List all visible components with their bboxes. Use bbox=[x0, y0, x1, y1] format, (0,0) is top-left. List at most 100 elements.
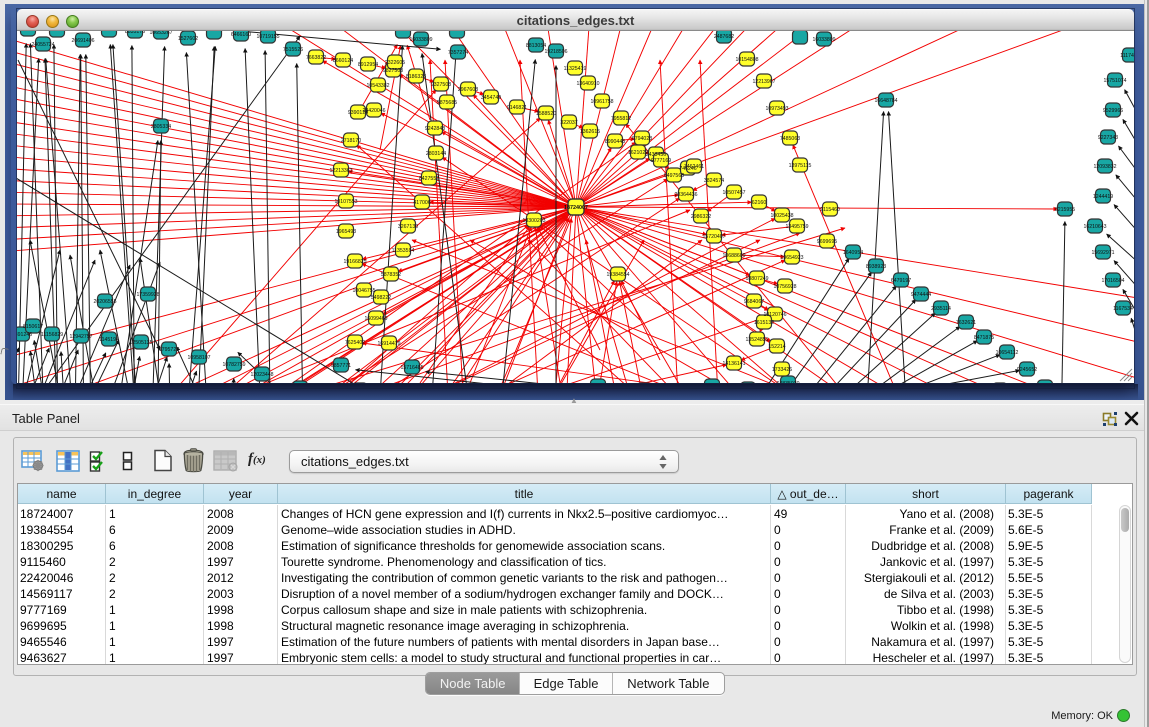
svg-text:8835176: 8835176 bbox=[125, 31, 145, 35]
svg-text:16099469: 16099469 bbox=[364, 316, 387, 322]
svg-text:16033809: 16033809 bbox=[812, 37, 835, 43]
svg-text:8150617: 8150617 bbox=[23, 324, 43, 330]
svg-text:20206555: 20206555 bbox=[93, 299, 116, 305]
svg-text:1965493: 1965493 bbox=[336, 229, 356, 235]
svg-text:5875685: 5875685 bbox=[437, 100, 457, 106]
svg-text:9391246: 9391246 bbox=[17, 332, 32, 338]
svg-text:8813054: 8813054 bbox=[526, 43, 546, 49]
svg-text:9327508: 9327508 bbox=[431, 82, 451, 88]
svg-text:10973493: 10973493 bbox=[765, 106, 788, 112]
svg-text:10653267: 10653267 bbox=[149, 31, 172, 36]
svg-text:2487682: 2487682 bbox=[714, 34, 734, 40]
svg-text:11325419: 11325419 bbox=[564, 66, 587, 72]
svg-text:6497568: 6497568 bbox=[664, 173, 684, 179]
svg-text:6479197: 6479197 bbox=[891, 278, 911, 284]
svg-text:11156829: 11156829 bbox=[41, 332, 63, 338]
svg-text:10958107: 10958107 bbox=[187, 355, 210, 361]
svg-text:10046755: 10046755 bbox=[352, 288, 375, 294]
svg-text:1615132: 1615132 bbox=[754, 320, 774, 326]
svg-text:8938923: 8938923 bbox=[866, 264, 886, 270]
svg-text:5878352: 5878352 bbox=[381, 272, 401, 278]
svg-text:16210643: 16210643 bbox=[1083, 224, 1106, 230]
svg-text:9146821: 9146821 bbox=[507, 105, 527, 111]
svg-text:19654923: 19654923 bbox=[780, 255, 803, 261]
svg-text:8215955: 8215955 bbox=[1055, 207, 1075, 213]
svg-text:1588520: 1588520 bbox=[536, 111, 556, 117]
svg-text:13524851: 13524851 bbox=[745, 337, 768, 343]
svg-text:152214: 152214 bbox=[768, 344, 785, 350]
svg-text:9245652: 9245652 bbox=[1017, 367, 1037, 373]
svg-text:62160: 62160 bbox=[752, 200, 767, 206]
svg-text:8427552: 8427552 bbox=[419, 176, 439, 182]
svg-text:7462461: 7462461 bbox=[684, 164, 704, 170]
svg-text:9227343: 9227343 bbox=[1098, 135, 1118, 141]
svg-text:10961758: 10961758 bbox=[590, 99, 613, 105]
svg-text:19218506: 19218506 bbox=[544, 49, 567, 55]
svg-text:9529966: 9529966 bbox=[1103, 108, 1123, 114]
svg-text:7515526: 7515526 bbox=[283, 47, 303, 53]
svg-text:15720407: 15720407 bbox=[702, 234, 725, 240]
svg-text:10107553: 10107553 bbox=[334, 199, 357, 205]
svg-text:24055724: 24055724 bbox=[31, 42, 54, 48]
svg-text:3267130: 3267130 bbox=[398, 224, 418, 230]
svg-text:7357274: 7357274 bbox=[448, 50, 468, 56]
svg-text:8471875: 8471875 bbox=[974, 335, 994, 341]
svg-text:8912954: 8912954 bbox=[358, 62, 378, 68]
svg-text:2718170: 2718170 bbox=[341, 138, 361, 144]
svg-text:9684067: 9684067 bbox=[744, 299, 764, 305]
svg-text:11353594: 11353594 bbox=[392, 248, 415, 254]
svg-text:18724007: 18724007 bbox=[564, 205, 588, 211]
svg-text:9777169: 9777169 bbox=[651, 158, 671, 164]
svg-text:15692971: 15692971 bbox=[1091, 250, 1114, 256]
svg-text:9827503: 9827503 bbox=[383, 68, 403, 74]
svg-text:19166825: 19166825 bbox=[343, 259, 366, 265]
svg-text:1527602: 1527602 bbox=[178, 36, 198, 42]
svg-text:12213363: 12213363 bbox=[329, 168, 352, 174]
svg-text:20691406: 20691406 bbox=[71, 38, 94, 44]
svg-text:1795727: 1795727 bbox=[159, 347, 179, 353]
svg-text:2935114: 2935114 bbox=[931, 306, 951, 312]
svg-text:9115460: 9115460 bbox=[820, 207, 840, 213]
svg-text:18300203: 18300203 bbox=[522, 218, 545, 224]
svg-text:13495759: 13495759 bbox=[785, 224, 808, 230]
svg-text:1640954: 1640954 bbox=[843, 250, 863, 256]
svg-text:6794028: 6794028 bbox=[632, 136, 652, 142]
svg-text:2322605: 2322605 bbox=[385, 60, 405, 66]
svg-text:7485063: 7485063 bbox=[780, 136, 800, 142]
svg-text:20364436: 20364436 bbox=[674, 192, 697, 198]
svg-text:9474444: 9474444 bbox=[911, 292, 931, 298]
svg-text:5498222: 5498222 bbox=[371, 295, 391, 301]
svg-text:10782759: 10782759 bbox=[222, 362, 245, 368]
svg-text:1167534: 1167534 bbox=[1113, 306, 1133, 312]
svg-text:8660124: 8660124 bbox=[333, 58, 353, 64]
svg-text:8186328: 8186328 bbox=[406, 74, 426, 80]
svg-text:6466160: 6466160 bbox=[231, 32, 251, 38]
svg-text:12023448: 12023448 bbox=[250, 372, 273, 378]
svg-text:1362615: 1362615 bbox=[580, 129, 600, 135]
svg-text:16648784: 16648784 bbox=[874, 98, 897, 104]
svg-text:10654112: 10654112 bbox=[996, 350, 1019, 356]
svg-text:3824574: 3824574 bbox=[704, 178, 724, 184]
svg-text:12505135: 12505135 bbox=[129, 340, 152, 346]
svg-text:9242848: 9242848 bbox=[425, 126, 445, 132]
svg-text:322037: 322037 bbox=[560, 120, 577, 126]
svg-text:10756928: 10756928 bbox=[773, 284, 796, 290]
svg-text:1145194: 1145194 bbox=[99, 337, 119, 343]
svg-text:12093832: 12093832 bbox=[1093, 164, 1116, 170]
svg-text:417006: 417006 bbox=[413, 200, 430, 206]
svg-text:18807249: 18807249 bbox=[745, 276, 768, 282]
svg-text:10507457: 10507457 bbox=[722, 190, 745, 196]
svg-text:16914479: 16914479 bbox=[377, 341, 400, 347]
svg-text:12213967: 12213967 bbox=[752, 79, 775, 85]
svg-text:10025438: 10025438 bbox=[770, 213, 793, 219]
svg-text:19384554: 19384554 bbox=[606, 272, 629, 278]
svg-text:2986322: 2986322 bbox=[691, 214, 711, 220]
svg-text:13640910: 13640910 bbox=[576, 81, 599, 87]
svg-text:10154808: 10154808 bbox=[735, 57, 758, 63]
svg-text:2803144: 2803144 bbox=[426, 151, 446, 157]
svg-text:1733426: 1733426 bbox=[772, 367, 792, 373]
svg-text:9390124: 9390124 bbox=[348, 110, 368, 116]
svg-text:8990448: 8990448 bbox=[605, 139, 625, 145]
svg-text:13975115: 13975115 bbox=[789, 163, 812, 169]
svg-text:2967608: 2967608 bbox=[458, 87, 478, 93]
